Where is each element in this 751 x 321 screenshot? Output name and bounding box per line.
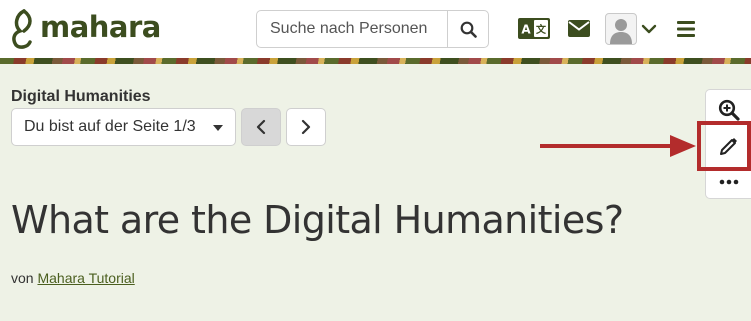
search-input[interactable]: [257, 11, 447, 47]
user-avatar[interactable]: [605, 13, 637, 45]
next-page-button[interactable]: [286, 108, 326, 146]
header-decoration-stripe: [0, 58, 751, 64]
byline-prefix: von: [11, 270, 34, 286]
page-title: What are the Digital Humanities?: [11, 198, 624, 242]
annotation-highlight-box: [697, 121, 751, 171]
author-link[interactable]: Mahara Tutorial: [37, 270, 134, 286]
chevron-right-icon: [301, 119, 311, 135]
zoom-in-icon: [718, 99, 740, 121]
collection-title: Digital Humanities: [11, 88, 151, 105]
chevron-left-icon: [256, 119, 266, 135]
more-icon: [719, 179, 739, 185]
mahara-logo[interactable]: mahara: [10, 8, 161, 50]
page-selector-label: Du bist auf der Seite 1/3: [24, 118, 196, 135]
caret-down-icon: [213, 125, 223, 131]
chevron-down-icon[interactable]: [641, 21, 657, 37]
search-icon: [460, 21, 477, 38]
search-button[interactable]: [447, 11, 488, 47]
hamburger-menu-icon[interactable]: [677, 20, 695, 38]
page-selector[interactable]: Du bist auf der Seite 1/3: [11, 108, 236, 146]
page-byline: von Mahara Tutorial: [11, 270, 135, 286]
language-switch-icon[interactable]: A 文: [518, 18, 550, 39]
previous-page-button[interactable]: [241, 108, 281, 146]
annotation-arrow: [540, 135, 696, 157]
svg-text:A: A: [521, 23, 531, 37]
mahara-leaf-icon: [12, 9, 32, 49]
more-options-button[interactable]: [706, 168, 751, 196]
logo-text: mahara: [40, 10, 161, 44]
people-search: [256, 10, 489, 48]
svg-text:文: 文: [536, 23, 547, 36]
site-header: mahara A 文: [0, 0, 751, 60]
envelope-icon[interactable]: [568, 19, 590, 37]
